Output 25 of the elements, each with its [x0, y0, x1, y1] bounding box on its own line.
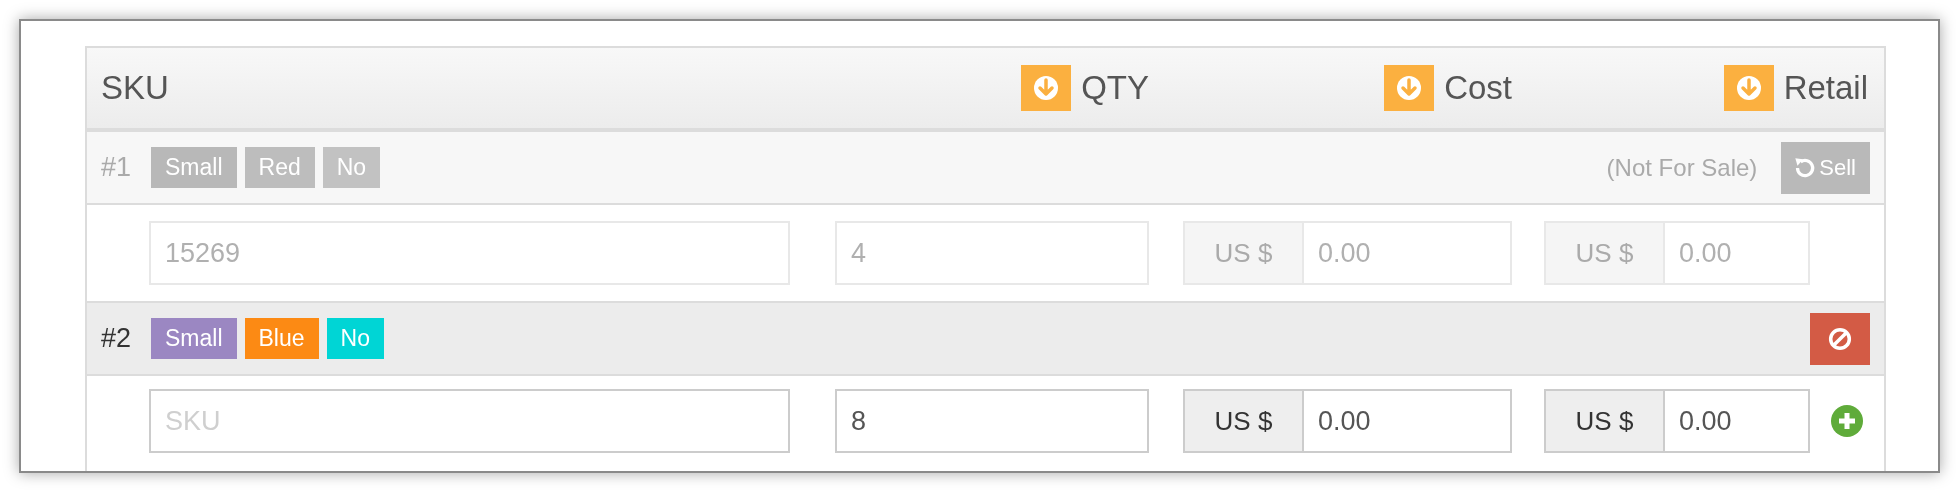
cost-field[interactable]: 0.00: [1304, 389, 1512, 453]
column-header: SKU: [101, 69, 169, 107]
variant-number: #1: [101, 152, 133, 183]
currency-label: US $: [1544, 389, 1665, 453]
sort-down-icon[interactable]: [1021, 65, 1072, 111]
currency-label: US $: [1183, 221, 1304, 285]
column-header: Cost: [1444, 69, 1512, 107]
option-tag: Red: [244, 147, 315, 188]
disable-button[interactable]: [1810, 312, 1870, 365]
status-text: (Not For Sale): [1606, 153, 1758, 182]
column-header: QTY: [1081, 69, 1149, 107]
add-icon[interactable]: [1831, 405, 1863, 437]
sort-down-icon[interactable]: [1723, 65, 1774, 111]
currency-label: US $: [1183, 389, 1304, 453]
option-tag: No: [322, 147, 381, 188]
currency-label: US $: [1544, 221, 1665, 285]
option-tag: No: [326, 318, 384, 359]
sort-down-icon[interactable]: [1384, 65, 1435, 111]
option-tag: Small: [151, 318, 237, 359]
option-tag: Blue: [244, 318, 319, 359]
variant-number: #2: [101, 323, 133, 354]
column-header: Retail: [1783, 69, 1868, 107]
qty-field[interactable]: 8: [835, 389, 1149, 453]
option-tag: Small: [151, 147, 237, 188]
retail-field[interactable]: 0.00: [1665, 389, 1810, 453]
